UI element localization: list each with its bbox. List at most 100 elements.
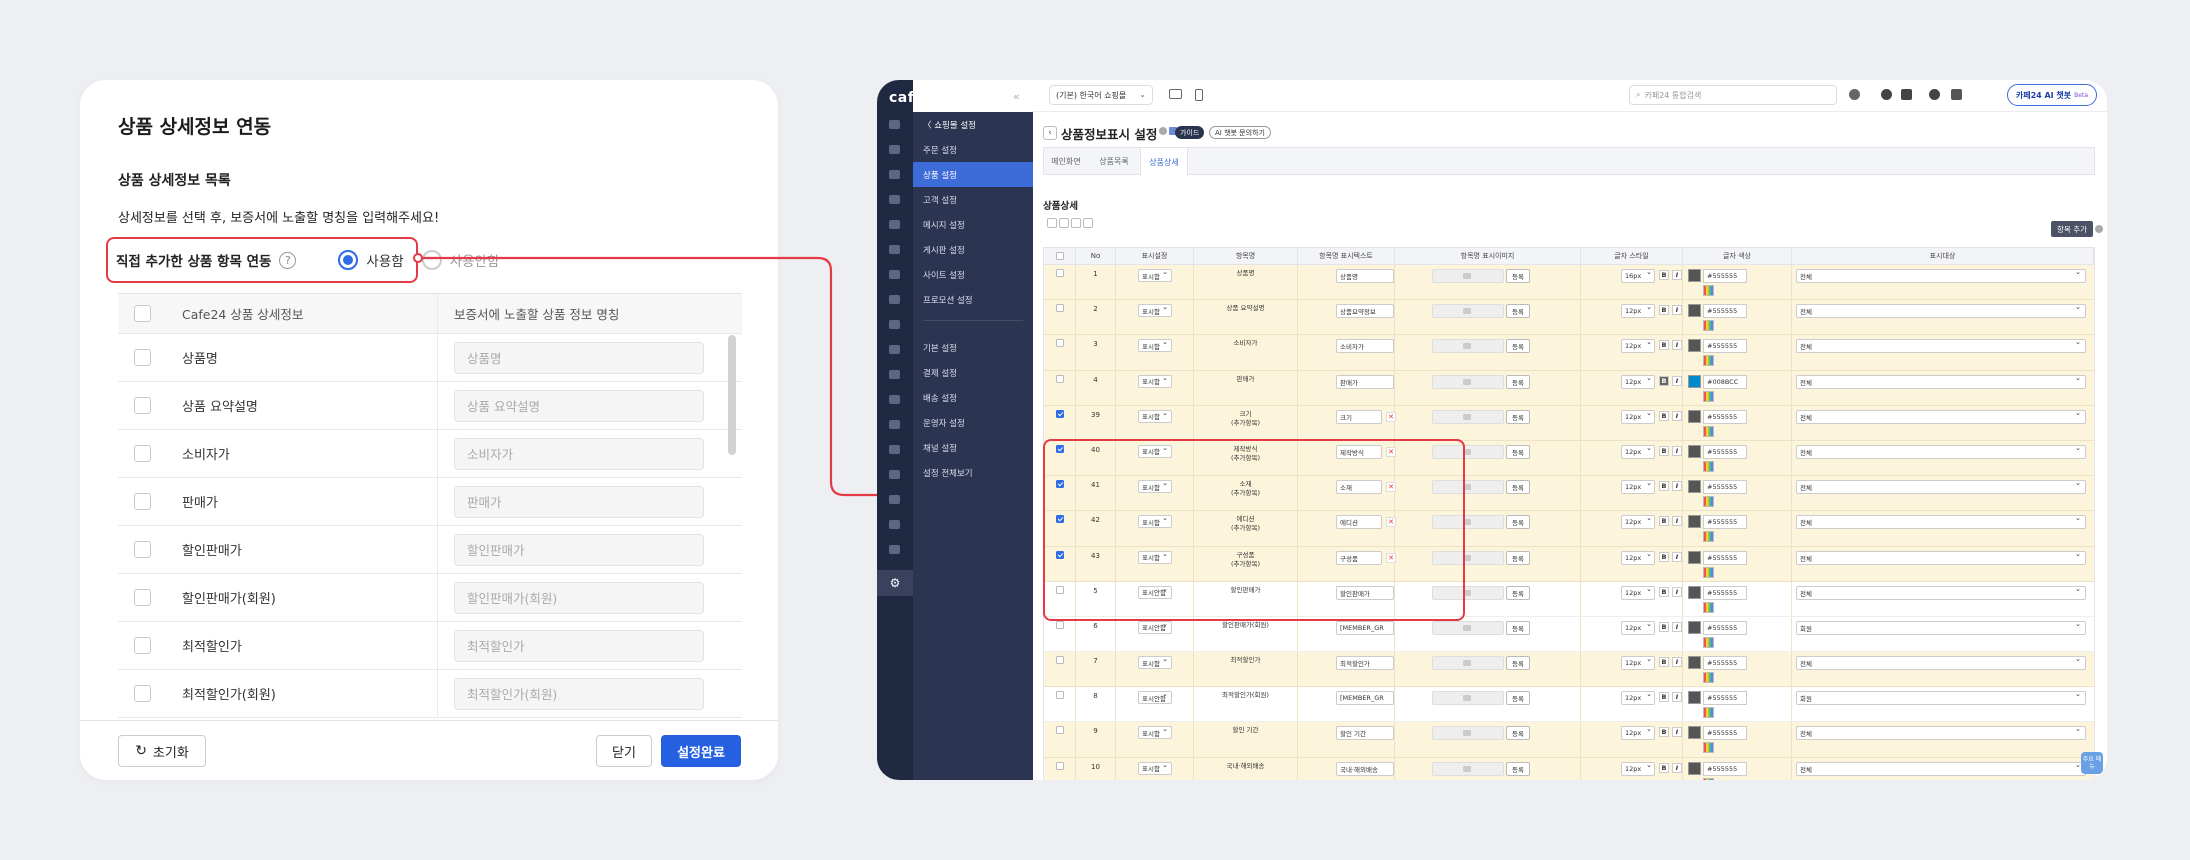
color-swatch[interactable] [1688, 374, 1701, 388]
italic-icon[interactable]: I [1672, 586, 1682, 597]
palette-icon[interactable] [1703, 601, 1714, 613]
display-name-input[interactable]: 최적할인가 [454, 629, 704, 662]
italic-icon[interactable]: I [1672, 762, 1682, 773]
image-input[interactable] [1432, 726, 1504, 741]
title-help-icon[interactable] [1159, 127, 1167, 135]
register-button[interactable]: 등록 [1506, 620, 1530, 635]
palette-icon[interactable] [1703, 285, 1714, 296]
bold-icon[interactable]: B [1659, 621, 1669, 632]
italic-icon[interactable]: I [1672, 692, 1682, 703]
order-icon[interactable] [889, 145, 900, 154]
row-checkbox[interactable] [133, 397, 151, 414]
color-swatch[interactable] [1688, 515, 1701, 529]
palette-icon[interactable] [1703, 566, 1714, 578]
color-hex-input[interactable]: #555555 [1703, 656, 1747, 671]
register-button[interactable]: 등록 [1506, 480, 1530, 495]
color-hex-input[interactable]: #008BCC [1703, 374, 1747, 389]
move-bottom-icon[interactable] [1083, 218, 1093, 228]
promotion-icon[interactable] [889, 295, 900, 304]
grid-icon[interactable] [889, 495, 900, 504]
customer-icon[interactable] [889, 195, 900, 204]
register-button[interactable]: 등록 [1506, 656, 1530, 671]
submenu-item[interactable]: 설정 전체보기 [913, 460, 1033, 485]
submenu-item[interactable]: 채널 설정 [913, 435, 1033, 460]
row-checkbox[interactable] [133, 637, 151, 654]
stats-icon[interactable] [889, 320, 900, 329]
target-select[interactable]: 전체 [1796, 338, 2086, 354]
color-swatch[interactable] [1688, 550, 1701, 564]
color-hex-input[interactable]: #555555 [1703, 691, 1747, 706]
bold-icon[interactable]: B [1659, 410, 1669, 421]
italic-icon[interactable]: I [1672, 410, 1682, 421]
color-hex-input[interactable]: #555555 [1703, 444, 1747, 459]
gear-icon[interactable]: ⚙ [877, 570, 913, 596]
register-button[interactable]: 등록 [1506, 374, 1530, 389]
display-select[interactable]: 표시함 [1138, 303, 1172, 318]
folder-icon[interactable] [889, 520, 900, 529]
row-checkbox[interactable] [1055, 761, 1064, 770]
palette-icon[interactable] [1703, 707, 1714, 719]
row-checkbox[interactable] [1055, 269, 1064, 277]
row-checkbox[interactable] [1055, 339, 1064, 348]
target-select[interactable]: 전체 [1796, 514, 2086, 530]
image-input[interactable] [1432, 761, 1504, 776]
register-button[interactable]: 등록 [1506, 761, 1530, 776]
display-name-input[interactable]: 상품명 [454, 341, 704, 374]
font-size-select[interactable]: 12px [1621, 338, 1655, 354]
font-size-select[interactable]: 12px [1621, 374, 1655, 389]
display-name-input[interactable]: 할인판매가(회원) [454, 581, 704, 614]
display-select[interactable]: 표시안함 [1138, 620, 1172, 634]
palette-icon[interactable] [1703, 460, 1714, 472]
app-icon[interactable] [889, 395, 900, 404]
store-icon[interactable] [889, 370, 900, 379]
register-button[interactable]: 등록 [1506, 691, 1530, 706]
bold-icon[interactable]: B [1659, 727, 1669, 738]
register-button[interactable]: 등록 [1506, 444, 1530, 459]
display-text-input[interactable]: 상품명 [1336, 269, 1394, 283]
select-all-checkbox[interactable] [133, 305, 151, 322]
row-checkbox[interactable] [133, 445, 151, 462]
palette-icon[interactable] [1703, 672, 1714, 684]
add-help-icon[interactable] [2095, 225, 2103, 233]
font-size-select[interactable]: 12px [1621, 585, 1655, 600]
register-button[interactable]: 등록 [1506, 269, 1530, 283]
register-button[interactable]: 등록 [1506, 550, 1530, 565]
font-size-select[interactable]: 16px [1621, 268, 1655, 283]
row-checkbox[interactable] [133, 541, 151, 558]
guide-badge[interactable]: 가이드 [1175, 126, 1205, 139]
font-size-select[interactable]: 12px [1621, 479, 1655, 495]
profile-icon[interactable] [1929, 89, 1940, 100]
color-hex-input[interactable]: #555555 [1703, 585, 1747, 600]
target-select[interactable]: 전체 [1796, 725, 2086, 741]
submenu-item[interactable]: 프로모션 설정 [913, 287, 1033, 312]
italic-icon[interactable]: I [1672, 516, 1682, 527]
palette-icon[interactable] [1703, 777, 1714, 780]
font-size-select[interactable]: 12px [1621, 303, 1655, 319]
display-text-input[interactable]: 최적할인가 [1336, 656, 1394, 671]
palette-icon[interactable] [1703, 742, 1714, 754]
color-hex-input[interactable]: #555555 [1703, 304, 1747, 319]
desktop-icon[interactable] [1169, 89, 1182, 99]
display-text-input[interactable]: 판매가 [1336, 374, 1394, 389]
row-checkbox[interactable] [1055, 409, 1064, 418]
submenu-item[interactable]: 기본 설정 [913, 335, 1033, 360]
display-select[interactable]: 표시함 [1138, 409, 1172, 423]
palette-icon[interactable] [1703, 390, 1714, 402]
coupon-icon[interactable] [889, 420, 900, 429]
bold-icon[interactable]: B [1659, 270, 1669, 280]
collapse-icon[interactable]: « [1013, 90, 1020, 103]
bold-icon[interactable]: B [1659, 445, 1669, 456]
color-swatch[interactable] [1688, 339, 1701, 353]
mobile-icon[interactable] [1195, 89, 1203, 101]
row-checkbox[interactable] [133, 589, 151, 606]
italic-icon[interactable]: I [1672, 657, 1682, 668]
color-swatch[interactable] [1688, 585, 1701, 599]
move-down-icon[interactable] [1059, 218, 1069, 228]
submenu-item[interactable]: 배송 설정 [913, 385, 1033, 410]
font-size-select[interactable]: 12px [1621, 409, 1655, 424]
register-button[interactable]: 등록 [1506, 339, 1530, 354]
color-hex-input[interactable]: #555555 [1703, 409, 1747, 424]
display-select[interactable]: 표시안함 [1138, 690, 1172, 705]
palette-icon[interactable] [1703, 531, 1714, 543]
italic-icon[interactable]: I [1672, 551, 1682, 562]
